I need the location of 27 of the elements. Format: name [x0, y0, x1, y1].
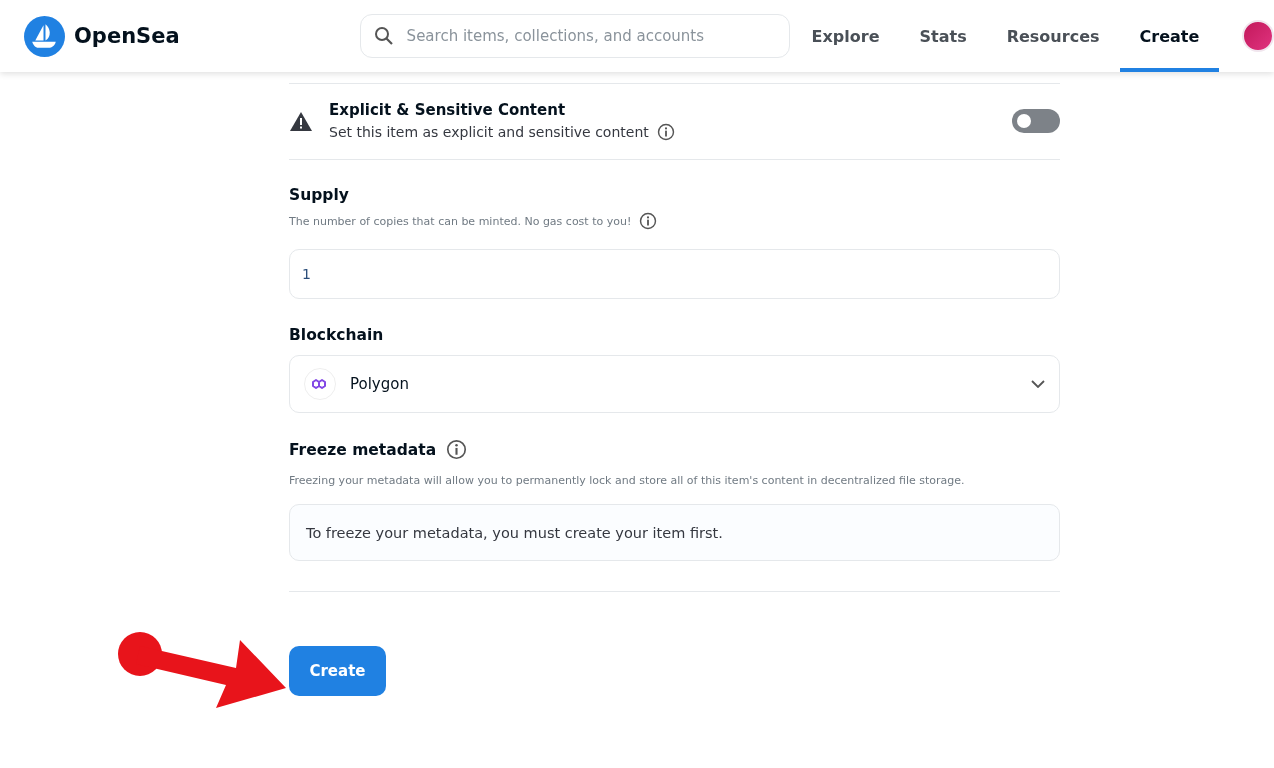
- nav-tab[interactable]: Explore: [791, 0, 900, 72]
- logo-icon[interactable]: [24, 15, 65, 57]
- nav-tab[interactable]: Create: [1119, 0, 1220, 72]
- logo-text[interactable]: OpenSea: [74, 24, 180, 48]
- section-title: Explicit & Sensitive Content: [329, 101, 567, 119]
- field-label: Supply: [289, 186, 350, 204]
- create-button[interactable]: Create: [289, 646, 386, 696]
- toggle-switch[interactable]: [1012, 109, 1060, 133]
- nav-tab[interactable]: Stats: [899, 0, 987, 72]
- info-icon[interactable]: [446, 439, 468, 460]
- info-icon[interactable]: [639, 212, 658, 230]
- avatar[interactable]: [1242, 20, 1274, 52]
- info-notice: To freeze your metadata, you must create your item first.: [289, 504, 1060, 561]
- info-icon[interactable]: [656, 123, 675, 141]
- section-description: Set this item as explicit and sensitive content: [329, 124, 649, 140]
- search-icon: [373, 26, 394, 46]
- field-label: Blockchain: [289, 326, 385, 344]
- field-label: Freeze metadata: [289, 440, 437, 459]
- nav-tab[interactable]: Resources: [986, 0, 1120, 72]
- blockchain-dropdown[interactable]: Polygon: [289, 355, 1060, 413]
- polygon-icon: [304, 368, 336, 400]
- supply-input[interactable]: 1: [289, 249, 1060, 299]
- field-description: Freezing your metadata will allow you to permanently lock and store all of this item's content in decentralized file storage.: [289, 474, 965, 487]
- chevron-down-icon: [1031, 380, 1045, 388]
- warning-icon: [289, 110, 313, 132]
- search-field[interactable]: Search items, collections, and accounts: [359, 14, 790, 58]
- field-description: The number of copies that can be minted. No gas cost to you!: [289, 214, 632, 228]
